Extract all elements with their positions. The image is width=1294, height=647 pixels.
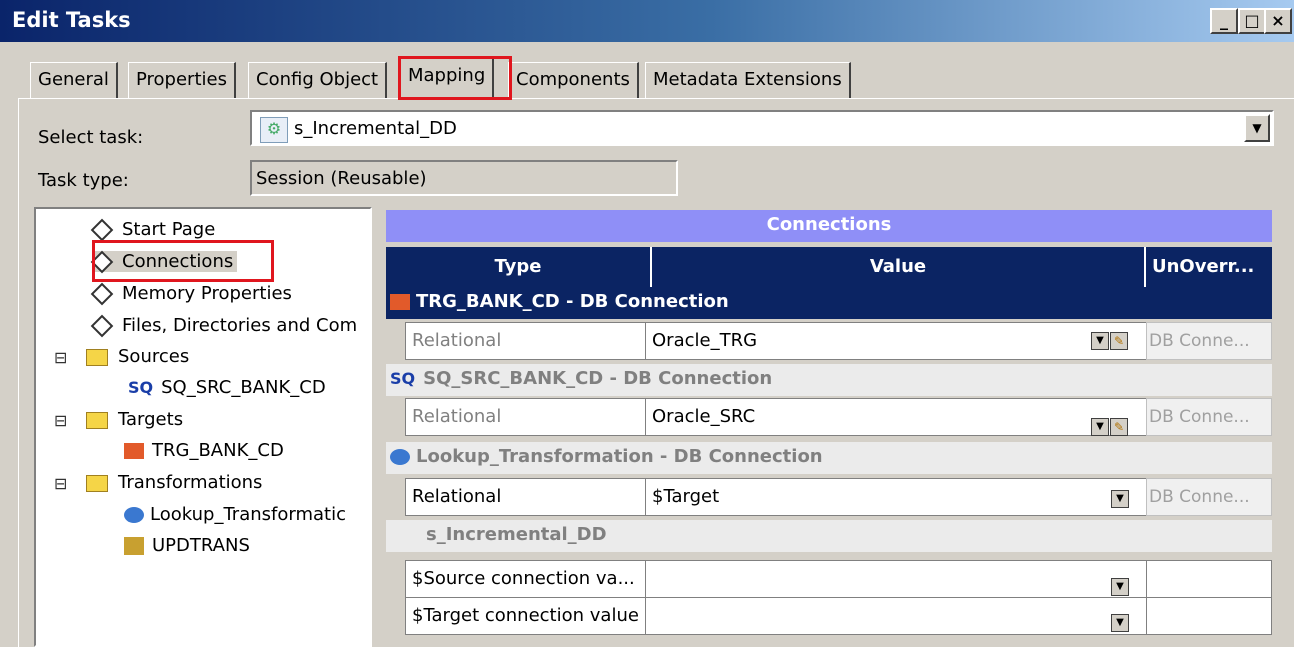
update-strategy-icon bbox=[124, 537, 144, 555]
task-type-field: Session (Reusable) bbox=[250, 160, 678, 196]
select-task-value: s_Incremental_DD bbox=[294, 118, 457, 139]
source-qualifier-icon: SQ bbox=[128, 378, 154, 397]
cell-unoverride bbox=[1146, 560, 1272, 598]
minimize-button[interactable]: _ bbox=[1210, 8, 1238, 34]
select-task-label: Select task: bbox=[38, 127, 144, 148]
task-type-value: Session (Reusable) bbox=[256, 168, 427, 189]
tree-item-sq-src-bank-cd[interactable]: SQ SQ_SRC_BANK_CD bbox=[128, 377, 326, 398]
tree-item-targets[interactable]: Targets bbox=[86, 409, 183, 430]
lookup-icon bbox=[390, 449, 410, 465]
tree-item-lookup-transformation[interactable]: Lookup_Transformatic bbox=[124, 504, 346, 525]
tab-metadata-extensions[interactable]: Metadata Extensions bbox=[645, 62, 851, 98]
tree-item-sources[interactable]: Sources bbox=[86, 346, 189, 367]
group-sq-src-bank-cd: SQ SQ_SRC_BANK_CD - DB Connection bbox=[386, 364, 1272, 396]
collapse-icon[interactable]: ⊟ bbox=[54, 474, 67, 493]
cell-value[interactable]: $Target bbox=[645, 478, 1147, 516]
edit-pencil-icon[interactable]: ✎ bbox=[1110, 332, 1128, 350]
tree-item-trg-bank-cd[interactable]: TRG_BANK_CD bbox=[124, 440, 284, 461]
cell-type: Relational bbox=[405, 398, 647, 436]
column-header-unoverride[interactable]: UnOverr... bbox=[1146, 247, 1272, 287]
cell-value[interactable]: Oracle_TRG bbox=[645, 322, 1147, 360]
cell-type: $Target connection value bbox=[405, 597, 647, 635]
tab-components[interactable]: Components bbox=[508, 62, 639, 98]
window-title-bar: Edit Tasks _ □ × bbox=[0, 0, 1294, 42]
browse-down-icon[interactable]: ▼ bbox=[1091, 332, 1109, 350]
cell-unoverride: DB Conne... bbox=[1146, 322, 1272, 360]
group-lookup-transformation: Lookup_Transformation - DB Connection bbox=[386, 442, 1272, 474]
collapse-icon[interactable]: ⊟ bbox=[54, 348, 67, 367]
cell-value[interactable] bbox=[645, 560, 1147, 598]
browse-down-icon[interactable]: ▼ bbox=[1111, 614, 1129, 632]
cell-type: Relational bbox=[405, 478, 647, 516]
select-task-dropdown[interactable]: ⚙ s_Incremental_DD ▼ bbox=[250, 110, 1274, 146]
cell-type: $Source connection va... bbox=[405, 560, 647, 598]
cell-value[interactable]: Oracle_SRC bbox=[645, 398, 1147, 436]
folder-icon bbox=[86, 411, 108, 429]
lookup-icon bbox=[124, 507, 144, 523]
close-button[interactable]: × bbox=[1264, 8, 1292, 34]
dropdown-arrow-icon[interactable]: ▼ bbox=[1244, 114, 1270, 142]
tree-item-transformations[interactable]: Transformations bbox=[86, 472, 262, 493]
node-icon bbox=[90, 282, 114, 306]
cell-type: Relational bbox=[405, 322, 647, 360]
tab-config-object[interactable]: Config Object bbox=[248, 62, 388, 98]
task-type-label: Task type: bbox=[38, 170, 129, 191]
cell-unoverride bbox=[1146, 597, 1272, 635]
tab-mapping[interactable]: Mapping bbox=[400, 58, 495, 100]
maximize-button[interactable]: □ bbox=[1238, 8, 1266, 34]
group-s-incremental-dd: s_Incremental_DD bbox=[386, 520, 1272, 552]
column-header-value[interactable]: Value bbox=[652, 247, 1146, 287]
cell-unoverride: DB Conne... bbox=[1146, 478, 1272, 516]
edit-pencil-icon[interactable]: ✎ bbox=[1110, 418, 1128, 436]
node-icon bbox=[90, 314, 114, 338]
folder-icon bbox=[86, 348, 108, 366]
source-qualifier-icon: SQ bbox=[390, 369, 416, 388]
window-title: Edit Tasks bbox=[12, 8, 131, 32]
settings-tree: Start Page Connections Memory Properties… bbox=[34, 207, 372, 647]
folder-icon bbox=[86, 474, 108, 492]
collapse-icon[interactable]: ⊟ bbox=[54, 411, 67, 430]
tab-general[interactable]: General bbox=[30, 62, 118, 98]
group-trg-bank-cd: TRG_BANK_CD - DB Connection bbox=[386, 287, 1272, 319]
browse-down-icon[interactable]: ▼ bbox=[1091, 418, 1109, 436]
session-icon: ⚙ bbox=[260, 117, 288, 143]
target-icon bbox=[124, 443, 144, 459]
cell-unoverride: DB Conne... bbox=[1146, 398, 1272, 436]
browse-down-icon[interactable]: ▼ bbox=[1111, 490, 1129, 508]
target-icon bbox=[390, 294, 410, 310]
tree-item-start-page[interactable]: Start Page bbox=[90, 218, 215, 242]
node-icon bbox=[90, 218, 114, 242]
tree-item-connections[interactable]: Connections bbox=[90, 250, 238, 274]
connections-grid-title: Connections bbox=[386, 210, 1272, 242]
browse-down-icon[interactable]: ▼ bbox=[1111, 578, 1129, 596]
tree-item-files-directories[interactable]: Files, Directories and Com bbox=[90, 314, 357, 338]
tree-item-updtrans[interactable]: UPDTRANS bbox=[124, 535, 250, 556]
cell-value[interactable] bbox=[645, 597, 1147, 635]
splitter[interactable] bbox=[372, 207, 384, 647]
tab-properties[interactable]: Properties bbox=[128, 62, 236, 98]
column-header-type[interactable]: Type bbox=[386, 247, 652, 287]
tree-item-memory-properties[interactable]: Memory Properties bbox=[90, 282, 292, 306]
node-icon bbox=[90, 250, 114, 274]
